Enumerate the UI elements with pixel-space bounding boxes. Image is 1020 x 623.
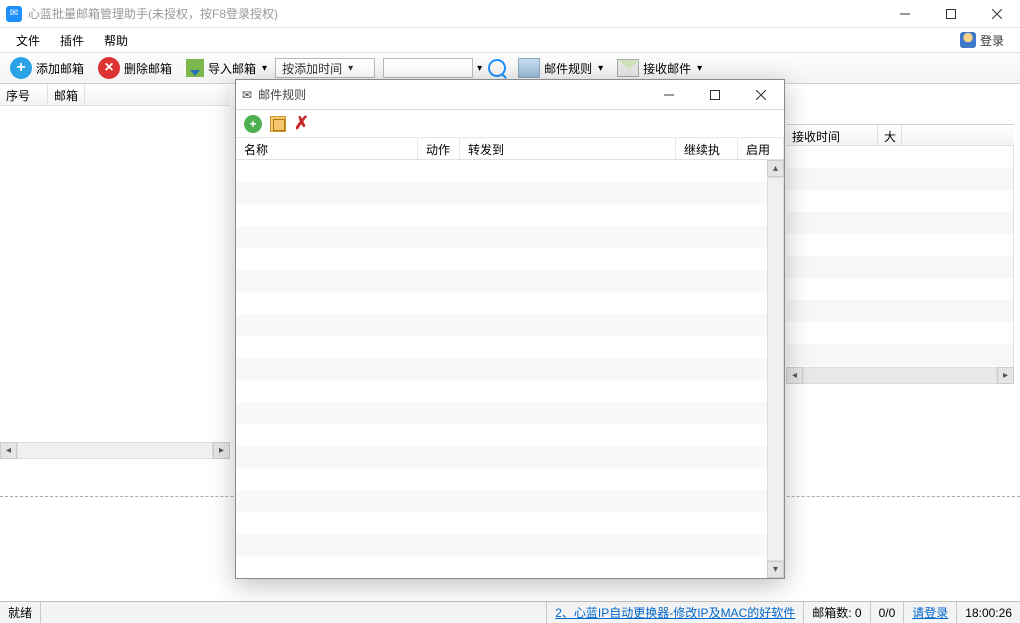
scroll-right-icon[interactable]: ▸: [213, 442, 230, 459]
scroll-down-icon[interactable]: ▾: [767, 561, 784, 578]
scroll-up-icon[interactable]: ▴: [767, 160, 784, 177]
status-login[interactable]: 请登录: [904, 602, 957, 623]
rules-grid-header: 名称 动作 转发到 继续执行 启用: [236, 138, 784, 160]
add-mailbox-label: 添加邮箱: [36, 60, 84, 77]
inbox-icon: [617, 59, 639, 77]
app-title: 心蓝批量邮箱管理助手(未授权，按F8登录授权): [28, 5, 278, 22]
scroll-right-icon[interactable]: ▸: [997, 367, 1014, 384]
add-rule-button[interactable]: +: [244, 115, 262, 133]
minimize-icon: [900, 9, 910, 19]
search-input[interactable]: [383, 58, 473, 78]
status-mailbox-count: 邮箱数: 0: [804, 602, 870, 623]
menu-plugin[interactable]: 插件: [50, 29, 94, 52]
col-recv-time[interactable]: 接收时间: [786, 125, 878, 145]
col-continue[interactable]: 继续执行: [676, 138, 738, 159]
chevron-down-icon: ▾: [348, 63, 353, 74]
message-body[interactable]: [786, 146, 1014, 368]
import-icon: [186, 59, 204, 77]
dialog-titlebar: ✉ 邮件规则: [236, 80, 784, 110]
menu-file[interactable]: 文件: [6, 29, 50, 52]
rules-vscroll[interactable]: ▴ ▾: [767, 160, 784, 578]
status-ad-link[interactable]: 2、心蓝IP自动更换器-修改IP及MAC的好软件: [555, 604, 795, 621]
mail-rules-dialog: ✉ 邮件规则 + ✗ 名称 动作 转发到 继续执行 启用 ▴ ▾: [235, 79, 785, 579]
plus-icon: +: [10, 57, 32, 79]
search-icon[interactable]: [488, 59, 506, 77]
app-icon: ✉: [6, 6, 22, 22]
import-mailbox-label: 导入邮箱: [208, 60, 256, 77]
dialog-title: 邮件规则: [258, 86, 306, 103]
maximize-icon: [710, 90, 720, 100]
minimize-button[interactable]: [882, 0, 928, 28]
status-login-link[interactable]: 请登录: [912, 604, 948, 621]
mailbox-list-body[interactable]: [0, 106, 230, 442]
col-size[interactable]: 大: [878, 125, 902, 145]
chevron-down-icon: ▾: [697, 63, 702, 74]
minimize-icon: [664, 90, 674, 100]
col-enable[interactable]: 启用: [738, 138, 784, 159]
mailbox-list-header: 序号 邮箱: [0, 84, 230, 106]
status-ready: 就绪: [0, 602, 41, 623]
close-icon: [992, 9, 1002, 19]
dialog-toolbar: + ✗: [236, 110, 784, 138]
col-seq[interactable]: 序号: [0, 84, 48, 105]
maximize-button[interactable]: [928, 0, 974, 28]
titlebar: ✉ 心蓝批量邮箱管理助手(未授权，按F8登录授权): [0, 0, 1020, 28]
scroll-track[interactable]: [767, 177, 784, 561]
app-icon: ✉: [242, 88, 252, 102]
scroll-left-icon[interactable]: ◂: [0, 442, 17, 459]
dialog-window-controls: [646, 80, 784, 110]
add-mailbox-button[interactable]: + 添加邮箱: [4, 52, 90, 84]
col-action[interactable]: 动作: [418, 138, 460, 159]
edit-rule-button[interactable]: [270, 116, 286, 132]
status-bar: 就绪 2、心蓝IP自动更换器-修改IP及MAC的好软件 邮箱数: 0 0/0 请…: [0, 601, 1020, 623]
receive-mail-label: 接收邮件: [643, 60, 691, 77]
dialog-minimize-button[interactable]: [646, 80, 692, 110]
x-icon: ×: [98, 57, 120, 79]
maximize-icon: [946, 9, 956, 19]
col-mailbox[interactable]: 邮箱: [48, 84, 85, 105]
status-clock: 18:00:26: [957, 602, 1020, 623]
mailbox-hscroll[interactable]: ◂ ▸: [0, 442, 230, 459]
status-ad[interactable]: 2、心蓝IP自动更换器-修改IP及MAC的好软件: [547, 602, 804, 623]
col-name[interactable]: 名称: [236, 138, 418, 159]
delete-rule-button[interactable]: ✗: [294, 113, 309, 134]
menu-help[interactable]: 帮助: [94, 29, 138, 52]
chevron-down-icon[interactable]: ▾: [477, 63, 482, 74]
login-label: 登录: [980, 32, 1004, 49]
sort-combo[interactable]: 按添加时间 ▾: [275, 58, 375, 78]
delete-mailbox-label: 删除邮箱: [124, 60, 172, 77]
scroll-track[interactable]: [17, 442, 213, 459]
message-header: 接收时间 大: [786, 124, 1014, 146]
login-link[interactable]: 登录: [960, 32, 1014, 49]
rules-icon: [518, 58, 540, 78]
dialog-close-button[interactable]: [738, 80, 784, 110]
status-progress: 0/0: [871, 602, 905, 623]
menu-bar: 文件 插件 帮助 登录: [0, 28, 1020, 52]
chevron-down-icon: ▾: [598, 63, 603, 74]
close-button[interactable]: [974, 0, 1020, 28]
mail-rules-label: 邮件规则: [544, 60, 592, 77]
message-hscroll[interactable]: ◂ ▸: [786, 367, 1014, 384]
chevron-down-icon: ▾: [262, 63, 267, 74]
sort-combo-value: 按添加时间: [282, 60, 342, 77]
scroll-track[interactable]: [803, 367, 997, 384]
close-icon: [756, 90, 766, 100]
delete-mailbox-button[interactable]: × 删除邮箱: [92, 52, 178, 84]
status-spacer: [41, 602, 547, 623]
window-controls: [882, 0, 1020, 28]
col-forward[interactable]: 转发到: [460, 138, 676, 159]
rules-grid-body[interactable]: ▴ ▾: [236, 160, 784, 578]
scroll-left-icon[interactable]: ◂: [786, 367, 803, 384]
rules-grid-fill: [236, 160, 767, 578]
dialog-maximize-button[interactable]: [692, 80, 738, 110]
user-icon: [960, 32, 976, 48]
